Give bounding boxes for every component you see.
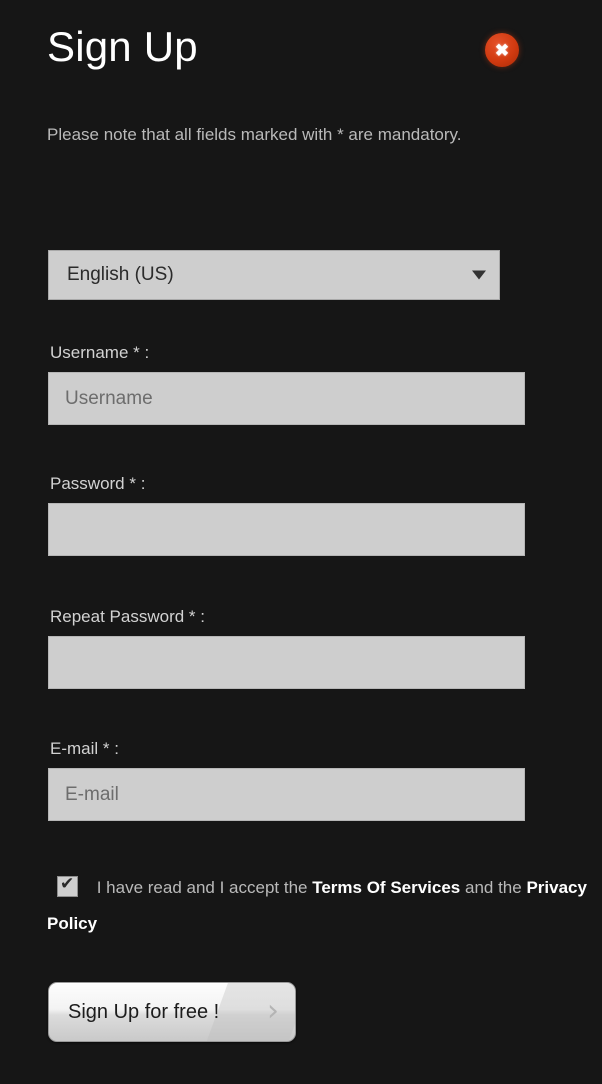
terms-of-services-link[interactable]: Terms Of Services (312, 878, 460, 897)
language-select[interactable]: English (US) (48, 250, 500, 300)
password-input[interactable] (48, 503, 525, 556)
page-title: Sign Up (47, 23, 198, 70)
signup-submit-label: Sign Up for free ! (68, 1001, 220, 1023)
terms-text-middle: and the (460, 878, 527, 897)
close-icon: ✖ (494, 40, 510, 60)
close-button[interactable]: ✖ (485, 33, 519, 67)
language-select-value: English (US) (67, 264, 174, 285)
terms-acceptance: I have read and I accept the Terms Of Se… (47, 870, 592, 942)
field-repeat-password: Repeat Password * : (48, 607, 525, 689)
field-label-username: Username * : (50, 343, 150, 362)
email-input[interactable] (48, 768, 525, 821)
signup-submit-button[interactable]: Sign Up for free ! › (48, 982, 296, 1042)
field-label-password: Password * : (50, 474, 146, 493)
field-label-repeat-password: Repeat Password * : (50, 607, 205, 626)
username-input[interactable] (48, 372, 525, 425)
field-password: Password * : (48, 474, 525, 556)
panel-header: Sign Up ✖ (0, 0, 602, 92)
mandatory-notice: Please note that all fields marked with … (47, 125, 462, 144)
field-email: E-mail * : (48, 739, 525, 821)
terms-text-before: I have read and I accept the (96, 878, 313, 897)
repeat-password-input[interactable] (48, 636, 525, 689)
terms-checkbox[interactable] (57, 874, 78, 897)
chevron-right-icon: › (267, 993, 279, 1029)
language-select-wrapper[interactable]: English (US) (48, 250, 500, 300)
field-label-email: E-mail * : (50, 739, 119, 758)
signup-panel: Sign Up ✖ Please note that all fields ma… (0, 0, 602, 1084)
field-username: Username * : (48, 343, 525, 425)
